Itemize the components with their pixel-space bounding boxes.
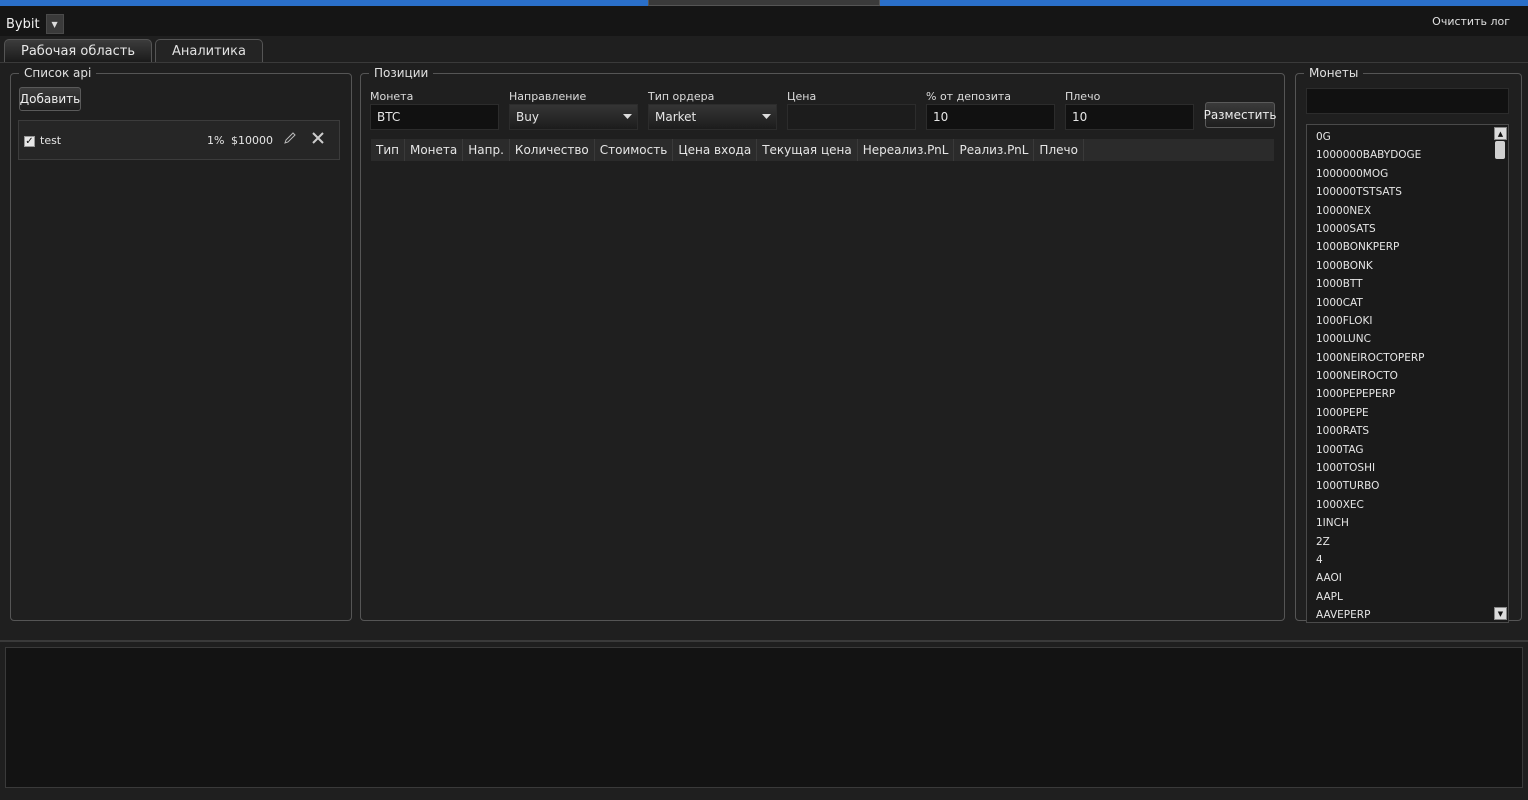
coin-list-item[interactable]: 1000BONKPERP xyxy=(1307,238,1492,256)
order-type-value: Market xyxy=(655,110,697,124)
coin-list-item[interactable]: 2Z xyxy=(1307,533,1492,551)
api-name: test xyxy=(40,134,62,147)
coin-list-item[interactable]: 4 xyxy=(1307,551,1492,569)
log-splitter[interactable] xyxy=(0,640,1528,642)
exchange-selector[interactable]: Bybit ▼ xyxy=(6,13,64,35)
order-type-select[interactable]: Market xyxy=(648,104,777,130)
coin-list-item[interactable]: 10000NEX xyxy=(1307,202,1492,220)
api-enabled-checkbox[interactable]: ✓ xyxy=(24,136,35,147)
chevron-down-icon[interactable]: ▼ xyxy=(45,14,64,34)
coin-list-item[interactable]: 1000CAT xyxy=(1307,294,1492,312)
positions-panel: Позиции Монета BTC Направление Buy Тип о… xyxy=(360,66,1285,621)
coin-list-items: 0G 1000000BABYDOGE 1000000MOG 100000TSTSATS… xyxy=(1307,128,1492,622)
coin-list-item[interactable]: 1000TOSHI xyxy=(1307,459,1492,477)
coins-panel: Монеты 0G 1000000BABYDOGE 1000000MOG 100000… xyxy=(1295,66,1522,623)
coin-list-item[interactable]: 1INCH xyxy=(1307,514,1492,532)
close-icon[interactable] xyxy=(310,130,326,146)
deposit-percent-label: % от депозита xyxy=(926,90,1012,103)
direction-select[interactable]: Buy xyxy=(509,104,638,130)
price-label: Цена xyxy=(787,90,817,103)
tab-analytics[interactable]: Аналитика xyxy=(155,39,263,63)
leverage-label: Плечо xyxy=(1065,90,1101,103)
positions-table-header: Тип Монета Напр. Количество Стоимость Це… xyxy=(371,139,1274,161)
coin-list-item[interactable]: 1000BONK xyxy=(1307,257,1492,275)
direction-label: Направление xyxy=(509,90,587,103)
column-header[interactable]: Плечо xyxy=(1034,139,1084,161)
coin-list-item[interactable]: 0G xyxy=(1307,128,1492,146)
column-header[interactable]: Стоимость xyxy=(595,139,674,161)
scrollbar[interactable]: ▲ ▼ xyxy=(1492,125,1508,622)
coin-list-item[interactable]: 10000SATS xyxy=(1307,220,1492,238)
column-header[interactable]: Текущая цена xyxy=(757,139,858,161)
direction-value: Buy xyxy=(516,110,539,124)
coin-list-item[interactable]: 100000TSTSATS xyxy=(1307,183,1492,201)
coin-input[interactable]: BTC xyxy=(370,104,499,130)
add-api-button[interactable]: Добавить xyxy=(19,87,81,111)
column-header[interactable]: Монета xyxy=(405,139,464,161)
exchange-label: Bybit xyxy=(6,16,40,32)
pencil-icon[interactable] xyxy=(282,130,298,146)
order-type-label: Тип ордера xyxy=(648,90,715,103)
coin-list-item[interactable]: 1000RATS xyxy=(1307,422,1492,440)
chevron-down-icon xyxy=(617,105,637,129)
column-header[interactable]: Реализ.PnL xyxy=(954,139,1035,161)
api-list-panel: Список api Добавить ✓ test 1% $10000 xyxy=(10,66,352,621)
tab-divider xyxy=(0,62,1528,63)
coins-title: Монеты xyxy=(1304,66,1364,80)
scroll-up-icon[interactable]: ▲ xyxy=(1494,127,1507,140)
top-bar: Bybit ▼ Очистить лог xyxy=(0,6,1528,36)
place-order-button[interactable]: Разместить xyxy=(1204,102,1276,128)
coin-list-item[interactable]: AAVEPERP xyxy=(1307,606,1492,622)
leverage-input[interactable]: 10 xyxy=(1065,104,1194,130)
column-header[interactable]: Нереализ.PnL xyxy=(858,139,955,161)
column-header[interactable]: Количество xyxy=(510,139,595,161)
log-panel[interactable] xyxy=(5,647,1523,788)
coin-list-item[interactable]: 1000000MOG xyxy=(1307,165,1492,183)
chevron-down-icon xyxy=(756,105,776,129)
api-percent: 1% xyxy=(207,134,225,147)
api-list-item[interactable]: ✓ test 1% $10000 xyxy=(18,120,340,160)
coin-list-item[interactable]: 1000FLOKI xyxy=(1307,312,1492,330)
coin-label: Монета xyxy=(370,90,414,103)
coin-search-input[interactable] xyxy=(1306,88,1509,114)
price-input[interactable] xyxy=(787,104,916,130)
tab-workspace[interactable]: Рабочая область xyxy=(4,39,153,63)
coin-list-item[interactable]: 1000NEIROCTOPERP xyxy=(1307,349,1492,367)
column-header[interactable]: Цена входа xyxy=(673,139,758,161)
scroll-down-icon[interactable]: ▼ xyxy=(1494,607,1507,620)
positions-title: Позиции xyxy=(369,66,434,80)
coin-list-item[interactable]: 1000TURBO xyxy=(1307,477,1492,495)
tab-bar: Рабочая область Аналитика xyxy=(4,39,263,63)
coin-list-item[interactable]: 1000000BABYDOGE xyxy=(1307,146,1492,164)
scrollbar-thumb[interactable] xyxy=(1495,141,1505,159)
deposit-percent-input[interactable]: 10 xyxy=(926,104,1055,130)
column-header[interactable]: Тип xyxy=(371,139,405,161)
coin-list-item[interactable]: 1000XEC xyxy=(1307,496,1492,514)
coin-list-item[interactable]: 1000TAG xyxy=(1307,441,1492,459)
api-deposit: $10000 xyxy=(231,134,273,147)
coin-list-item[interactable]: 1000PEPEPERP xyxy=(1307,385,1492,403)
api-list-title: Список api xyxy=(19,66,97,80)
coin-list-item[interactable]: 1000BTT xyxy=(1307,275,1492,293)
coin-list-item[interactable]: AAOI xyxy=(1307,569,1492,587)
coin-list-item[interactable]: AAPL xyxy=(1307,588,1492,606)
clear-log-button[interactable]: Очистить лог xyxy=(1432,15,1510,28)
coin-list-item[interactable]: 1000PEPE xyxy=(1307,404,1492,422)
coin-list-item[interactable]: 1000LUNC xyxy=(1307,330,1492,348)
coin-list[interactable]: 0G 1000000BABYDOGE 1000000MOG 100000TSTSATS… xyxy=(1306,124,1509,623)
coin-list-item[interactable]: 1000NEIROCTO xyxy=(1307,367,1492,385)
column-header[interactable]: Напр. xyxy=(463,139,510,161)
